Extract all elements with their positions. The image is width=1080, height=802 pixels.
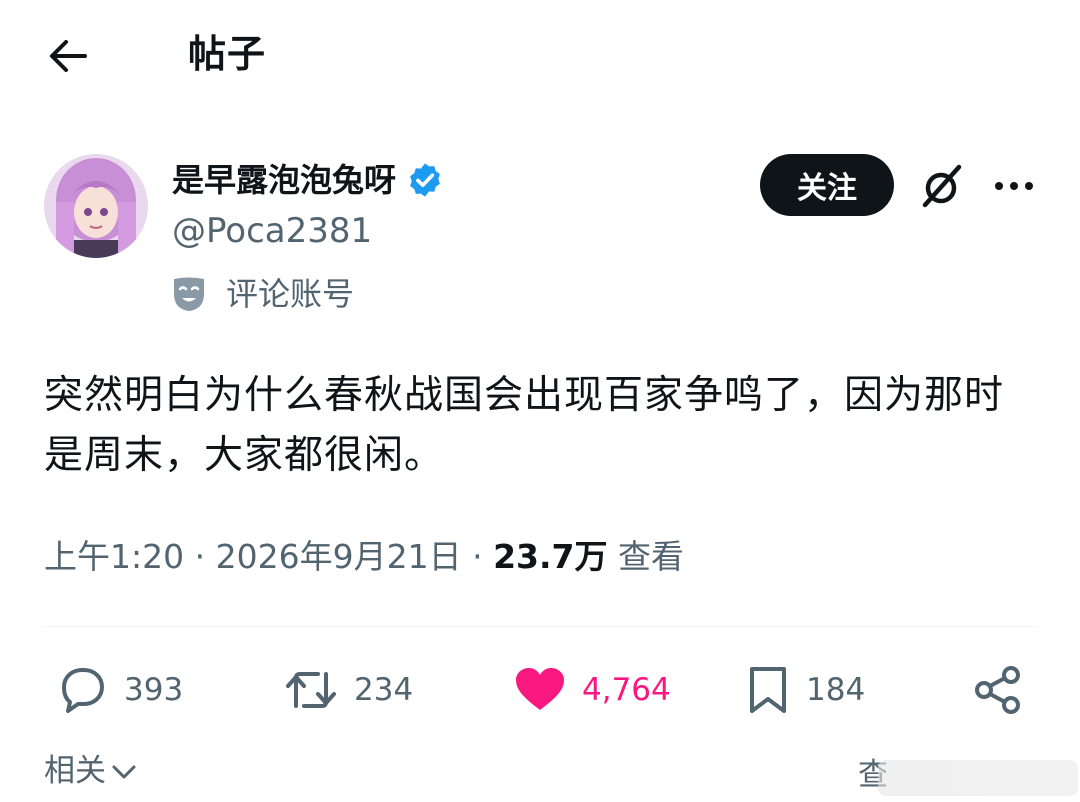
back-button[interactable] [44,34,92,78]
avatar[interactable] [44,154,148,258]
repost-icon [286,672,336,708]
related-toggle[interactable]: 相关 [44,748,138,794]
watermark [878,760,1078,796]
bookmark-icon [750,667,786,713]
display-name-text: 是早露泡泡兔呀 [172,161,397,199]
repost-button[interactable]: 234 [284,658,413,722]
share-button[interactable] [966,658,1030,722]
post-text: 突然明白为什么春秋战国会出现百家争鸣了，因为那时是周末，大家都很闲。 [44,373,1005,478]
verified-badge-icon [406,161,444,199]
grok-icon[interactable] [914,160,970,212]
theater-mask-icon [172,276,206,312]
view-count: 23.7万 [493,537,608,576]
account-label-text: 评论账号 [226,275,355,313]
repost-count: 234 [354,672,414,708]
arrow-left-icon [50,40,87,72]
account-label: 评论账号 [172,270,354,318]
more-options-icon[interactable] [988,160,1040,212]
heart-icon [516,668,564,710]
related-label: 相关 [44,753,106,789]
display-name[interactable]: 是早露泡泡兔呀 [172,156,444,204]
bookmark-button[interactable]: 184 [746,658,865,722]
like-count: 4,764 [582,672,671,708]
like-button[interactable]: 4,764 [514,658,671,722]
page-title: 帖子 [188,32,267,76]
post-meta: 上午1:20 · 2026年9月21日 · 23.7万 查看 [44,532,684,582]
share-icon [975,666,1020,714]
reply-icon [62,668,104,713]
post-time[interactable]: 上午1:20 [44,537,184,576]
meta-separator: · [194,537,216,576]
divider [44,626,1036,627]
reply-button[interactable]: 393 [56,658,183,722]
follow-button[interactable]: 关注 [760,154,894,216]
bookmark-count: 184 [806,672,866,708]
post-date[interactable]: 2026年9月21日 [216,537,462,576]
meta-separator: · [472,537,494,576]
user-handle[interactable]: @Poca2381 [172,206,372,256]
reply-count: 393 [124,672,184,708]
chevron-down-icon [112,765,136,779]
view-label: 查看 [617,537,684,576]
